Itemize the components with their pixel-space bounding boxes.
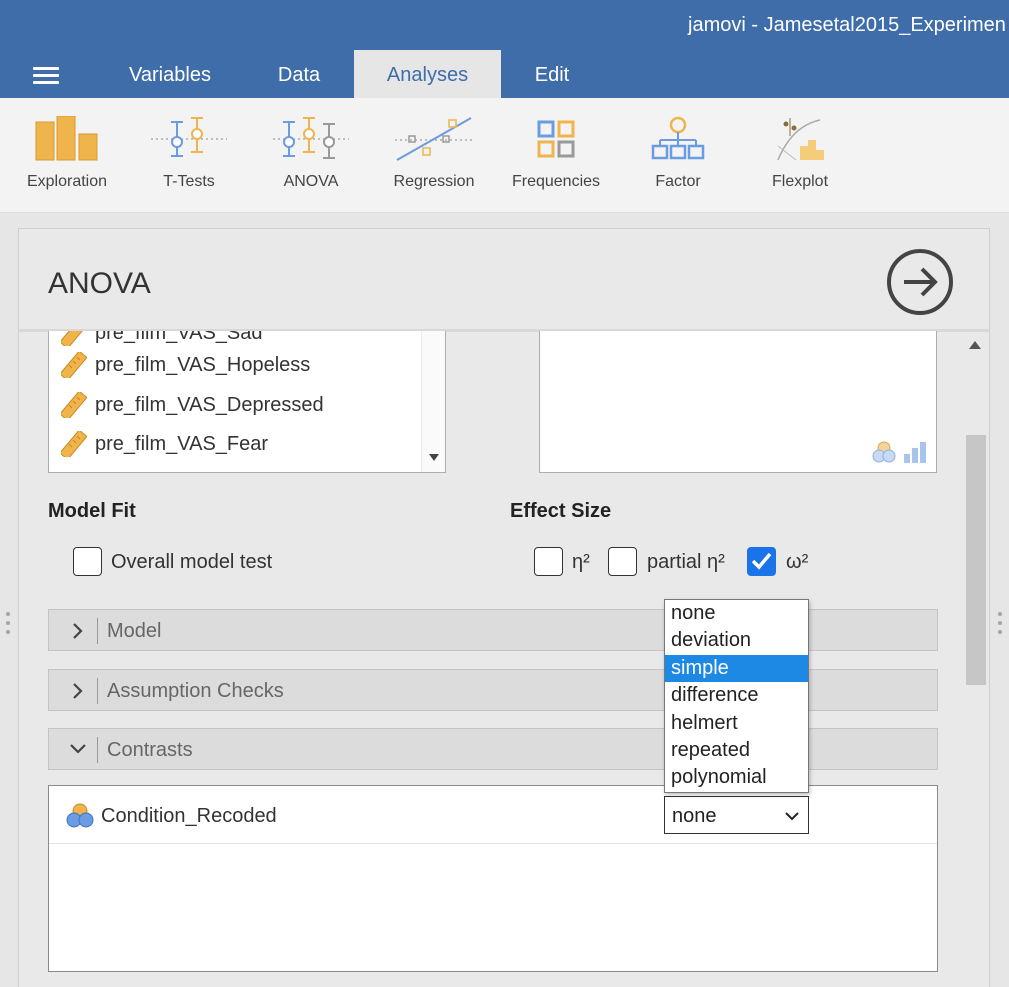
overall-model-test-label: Overall model test (111, 551, 273, 573)
option-helmert[interactable]: helmert (665, 710, 808, 737)
omega-squared-label: ω² (786, 551, 809, 573)
tab-data[interactable]: Data (252, 50, 346, 98)
ribbon-factor-button[interactable]: Factor (622, 98, 734, 213)
contrast-factor-name: Condition_Recoded (101, 805, 277, 827)
variable-name: pre_film_VAS_Depressed (95, 394, 324, 416)
tab-variables[interactable]: Variables (108, 50, 232, 98)
panel-scrollbar[interactable] (965, 333, 987, 987)
ribbon-regression-button[interactable]: Regression (378, 98, 490, 213)
ribbon-factor-label: Factor (655, 173, 701, 190)
effect-size-heading: Effect Size (510, 500, 612, 522)
scrollbar-thumb[interactable] (966, 435, 986, 685)
exploration-bars-icon (35, 116, 98, 161)
continuous-ruler-icon (61, 392, 87, 418)
run-arrow-button[interactable] (886, 248, 954, 316)
variable-name: pre_film_VAS_Sad (95, 331, 263, 344)
list-item[interactable]: pre_film_VAS_Sad (57, 331, 417, 349)
panel-title: ANOVA (48, 267, 151, 300)
factor-icon (651, 116, 705, 160)
anova-icon (273, 117, 349, 159)
ribbon-anova-button[interactable]: ANOVA (255, 98, 367, 213)
main-tab-bar: Variables Data Analyses Edit (0, 50, 1009, 98)
ribbon-anova-label: ANOVA (283, 173, 339, 190)
chevron-right-icon (73, 683, 83, 699)
option-polynomial[interactable]: polynomial (665, 764, 808, 791)
contrast-options-dropdown[interactable]: none deviation simple difference helmert… (664, 599, 809, 793)
contrast-row[interactable]: Condition_Recoded none (49, 786, 937, 844)
ribbon-t-tests-label: T-Tests (163, 173, 215, 190)
hamburger-menu-icon[interactable] (33, 67, 59, 85)
t-tests-icon (151, 117, 227, 157)
regression-icon (395, 117, 473, 161)
chevron-down-icon (785, 812, 799, 821)
window-title: jamovi - Jamesetal2015_Experimen (688, 14, 1006, 36)
ribbon-flexplot-label: Flexplot (771, 173, 829, 190)
ribbon-frequencies-button[interactable]: Frequencies (500, 98, 612, 213)
tab-analyses[interactable]: Analyses (354, 50, 501, 98)
ribbon-regression-label: Regression (393, 173, 475, 190)
variables-list[interactable]: pre_film_VAS_Sad pre_film_VAS_Hopeless p… (48, 331, 446, 473)
assumption-checks-section-label: Assumption Checks (107, 680, 284, 702)
section-separator (97, 618, 98, 644)
left-resize-handle[interactable] (6, 612, 10, 636)
continuous-ruler-icon (61, 431, 87, 457)
chevron-right-icon (73, 623, 83, 639)
partial-eta-squared-label: partial η² (647, 551, 725, 573)
scroll-down-arrow-icon[interactable] (429, 454, 439, 461)
option-simple[interactable]: simple (665, 655, 808, 682)
arrow-right-circle-icon (887, 249, 953, 315)
overall-model-test-checkbox[interactable] (73, 547, 102, 576)
analyses-ribbon: Exploration T-Tests ANOVA Regression Fre… (0, 98, 1009, 213)
chevron-down-icon (70, 744, 86, 754)
partial-eta-squared-checkbox[interactable] (608, 547, 637, 576)
contrast-selected-value: none (672, 805, 717, 827)
list-item[interactable]: pre_film_VAS_Depressed (57, 389, 417, 421)
contrast-type-select[interactable]: none (664, 796, 809, 834)
section-separator (97, 678, 98, 704)
checkmark-icon (751, 552, 772, 570)
continuous-ruler-icon (61, 352, 87, 378)
omega-squared-checkbox[interactable] (747, 547, 776, 576)
eta-squared-label: η² (572, 551, 590, 573)
ribbon-exploration-label: Exploration (26, 173, 108, 190)
target-variables-list[interactable] (539, 331, 937, 473)
nominal-ordinal-types-icon (872, 441, 926, 463)
variables-list-scrollbar[interactable] (421, 331, 445, 472)
tab-edit[interactable]: Edit (515, 50, 589, 98)
model-fit-heading: Model Fit (48, 500, 136, 522)
title-bar: jamovi - Jamesetal2015_Experimen (0, 0, 1009, 50)
ribbon-t-tests-button[interactable]: T-Tests (133, 98, 245, 213)
section-separator (97, 737, 98, 763)
continuous-ruler-icon (61, 331, 87, 346)
option-none[interactable]: none (665, 600, 808, 627)
scroll-up-arrow-icon[interactable] (969, 341, 981, 349)
ribbon-flexplot-button[interactable]: Flexplot (744, 98, 856, 213)
eta-squared-checkbox[interactable] (534, 547, 563, 576)
frequencies-icon (537, 120, 575, 158)
option-difference[interactable]: difference (665, 682, 808, 709)
model-section-label: Model (107, 620, 162, 642)
contrasts-section-label: Contrasts (107, 739, 193, 761)
contrasts-list: Condition_Recoded none (48, 785, 938, 972)
ribbon-frequencies-label: Frequencies (511, 173, 601, 190)
nominal-factor-icon (66, 803, 94, 828)
right-resize-handle[interactable] (998, 612, 1002, 636)
variable-name: pre_film_VAS_Hopeless (95, 354, 311, 376)
option-deviation[interactable]: deviation (665, 627, 808, 654)
list-item[interactable]: pre_film_VAS_Fear (57, 428, 417, 460)
list-item[interactable]: pre_film_VAS_Hopeless (57, 349, 417, 381)
ribbon-exploration-button[interactable]: Exploration (11, 98, 123, 213)
variable-name: pre_film_VAS_Fear (95, 433, 269, 455)
option-repeated[interactable]: repeated (665, 737, 808, 764)
flexplot-icon (777, 118, 824, 161)
